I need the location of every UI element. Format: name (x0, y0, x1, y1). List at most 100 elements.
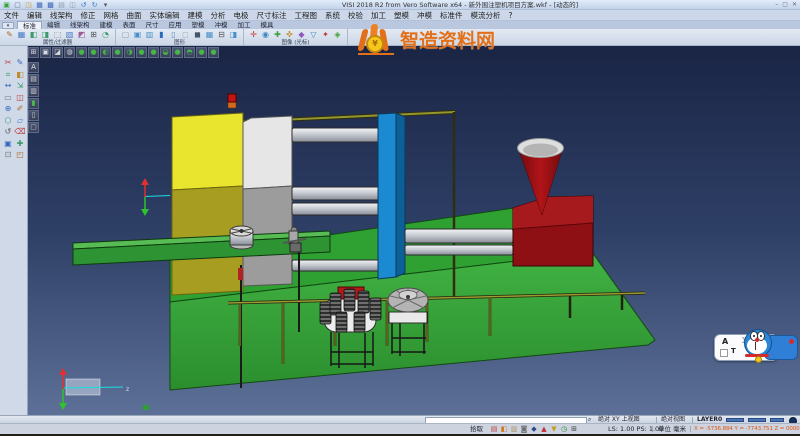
battery-off-button[interactable]: ▯ (28, 110, 39, 121)
angle-filter-icon[interactable]: ◔ (100, 29, 111, 40)
orbit-view-button[interactable]: ◓ (184, 47, 195, 58)
shaded-view-button-2[interactable]: ● (88, 47, 99, 58)
menu-item-4[interactable]: 网格 (100, 10, 123, 21)
menu-item-2[interactable]: 线架构 (46, 10, 77, 21)
pen-attribute-icon[interactable]: ✎ (4, 29, 15, 40)
ribbon-tab-8[interactable]: 冲模 (210, 21, 233, 29)
grid-status-icon[interactable]: ⊞ (570, 425, 578, 434)
select-tool-icon[interactable]: ✂ (2, 57, 14, 69)
filter-right-icon[interactable]: ◨ (40, 29, 51, 40)
grid-tool-icon[interactable]: ⌗ (2, 69, 14, 81)
menu-item-14[interactable]: 加工 (367, 10, 390, 21)
star-snap-icon[interactable]: ✦ (320, 29, 331, 40)
gem-snap-icon[interactable]: ◈ (332, 29, 343, 40)
menu-item-1[interactable]: 编辑 (23, 10, 46, 21)
menu-item-19[interactable]: ? (505, 10, 517, 21)
ribbon-tab-1[interactable]: 编辑 (42, 21, 65, 29)
mirror-tool-icon[interactable]: ◫ (14, 92, 26, 104)
user-status-icon[interactable]: ◙ (520, 425, 528, 434)
menu-item-11[interactable]: 工程图 (291, 10, 322, 21)
ime-toolbar[interactable]: A ☽ T (712, 327, 798, 363)
ribbon-tab-0[interactable]: 标准 (17, 21, 42, 29)
menu-item-16[interactable]: 冲模 (413, 10, 436, 21)
resize-tool-icon[interactable]: ⇲ (14, 80, 26, 92)
ime-trad-mode[interactable]: T (731, 347, 736, 355)
layer-grid-icon[interactable]: ▦ (16, 29, 27, 40)
sheet-status-icon[interactable]: ▥ (510, 425, 518, 434)
view-blank-icon[interactable]: ▢ (120, 29, 131, 40)
rect-tool-icon[interactable]: ▭ (2, 92, 14, 104)
menu-item-12[interactable]: 系统 (321, 10, 344, 21)
zoom-view-button[interactable]: ◒ (160, 47, 171, 58)
orange-filter-status-icon[interactable]: ◧ (500, 425, 508, 434)
menu-item-7[interactable]: 建模 (184, 10, 207, 21)
shaded-view-button-8[interactable]: ● (208, 47, 219, 58)
menu-item-10[interactable]: 尺寸标注 (253, 10, 291, 21)
shade-half-icon[interactable]: ◨ (228, 29, 239, 40)
ime-english-mode[interactable]: A (722, 337, 728, 346)
ribbon-tab-5[interactable]: 尺寸 (141, 21, 164, 29)
wireframe-icon[interactable]: ◻ (180, 29, 191, 40)
close-button[interactable]: ✕ (792, 0, 797, 10)
units-indicator[interactable]: 单位 毫米 (658, 424, 686, 434)
solid-off-icon[interactable]: ▯ (168, 29, 179, 40)
menu-item-6[interactable]: 实体编辑 (146, 10, 184, 21)
annotation-button[interactable]: A (28, 62, 39, 73)
ime-shape-toggle[interactable] (720, 349, 728, 357)
menu-item-9[interactable]: 电极 (230, 10, 253, 21)
rotate-view-button[interactable]: ◐ (100, 47, 111, 58)
move-tool-icon[interactable]: ↔ (2, 80, 14, 92)
menu-item-0[interactable]: 文件 (0, 10, 23, 21)
mask-icon[interactable]: ◩ (76, 29, 87, 40)
ribbon-tab-6[interactable]: 应用 (164, 21, 187, 29)
menu-item-15[interactable]: 塑模 (390, 10, 413, 21)
menu-item-13[interactable]: 校验 (344, 10, 367, 21)
cursor-cross-icon[interactable]: ✛ (248, 29, 259, 40)
grid-snap-icon[interactable]: ⊞ (88, 29, 99, 40)
render-icon[interactable]: ◼ (192, 29, 203, 40)
shaded-view-button-7[interactable]: ● (196, 47, 207, 58)
texture-icon[interactable]: ▦ (204, 29, 215, 40)
add-point-icon[interactable]: ✚ (272, 29, 283, 40)
shaded-view-button-1[interactable]: ● (76, 47, 87, 58)
ribbon-tab-9[interactable]: 加工 (233, 21, 256, 29)
list-button[interactable]: ▤ (28, 74, 39, 85)
ribbon-tab-3[interactable]: 建模 (95, 21, 118, 29)
dynamic-view-button[interactable]: ◍ (64, 47, 75, 58)
shaded-view-button-4[interactable]: ● (136, 47, 147, 58)
sheet-button[interactable]: ▢ (28, 122, 39, 133)
corner-tool-icon[interactable]: ◰ (14, 149, 26, 161)
ribbon-tab-2[interactable]: 线架构 (65, 21, 95, 29)
ribbon-tab-7[interactable]: 塑模 (187, 21, 210, 29)
ribbon-tab-4[interactable]: 表面 (118, 21, 141, 29)
toolbar-collapse-button[interactable]: ▾ (2, 22, 14, 29)
up-status-icon[interactable]: ▲ (540, 425, 548, 434)
minimize-button[interactable]: – (775, 0, 778, 10)
clipboard-status-icon[interactable]: ▤ (490, 425, 498, 434)
solid-on-icon[interactable]: ▮ (156, 29, 167, 40)
top-view-button[interactable]: ▣ (40, 47, 51, 58)
edit-tool-icon[interactable]: ✎ (14, 57, 26, 69)
plane-tool-icon[interactable]: ▱ (14, 115, 26, 127)
shaded-view-button-6[interactable]: ● (172, 47, 183, 58)
pan-view-button[interactable]: ◑ (124, 47, 135, 58)
filter-left-icon[interactable]: ◧ (28, 29, 39, 40)
shaded-view-button-5[interactable]: ● (148, 47, 159, 58)
maximize-button[interactable]: ▢ (782, 0, 788, 10)
diamond-snap-icon[interactable]: ◆ (296, 29, 307, 40)
target-icon[interactable]: ◉ (260, 29, 271, 40)
add-tool-icon[interactable]: ⊕ (2, 103, 14, 115)
menu-item-8[interactable]: 分析 (207, 10, 230, 21)
menu-item-5[interactable]: 曲面 (123, 10, 146, 21)
polygon-tool-icon[interactable]: ⬡ (2, 115, 14, 127)
view-shaded-icon[interactable]: ▣ (132, 29, 143, 40)
half-tool-icon[interactable]: ◧ (14, 69, 26, 81)
delete-tool-icon[interactable]: ⌫ (14, 126, 26, 138)
draw-tool-icon[interactable]: ✐ (14, 103, 26, 115)
dot-box-tool-icon[interactable]: ⊡ (2, 149, 14, 161)
fill-tool-icon[interactable]: ▣ (2, 138, 14, 150)
move-cursor-icon[interactable]: ✜ (284, 29, 295, 40)
hatch-icon[interactable]: ▧ (64, 29, 75, 40)
down-status-icon[interactable]: ▼ (550, 425, 558, 434)
clock-status-icon[interactable]: ◷ (560, 425, 568, 434)
